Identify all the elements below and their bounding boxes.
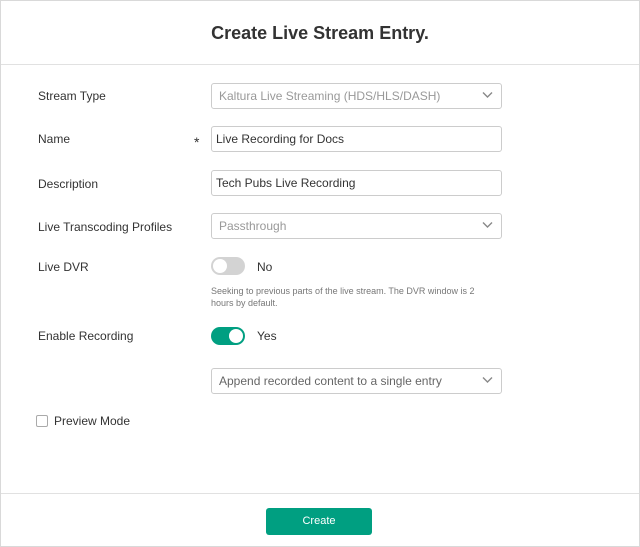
chevron-down-icon	[482, 222, 493, 228]
stream-type-label: Stream Type	[38, 89, 106, 103]
name-label: Name	[38, 132, 71, 146]
required-marker: *	[194, 134, 200, 150]
live-dvr-label: Live DVR	[38, 260, 89, 274]
dialog-title: Create Live Stream Entry.	[211, 23, 429, 43]
toggle-knob	[213, 259, 227, 273]
description-input[interactable]: Tech Pubs Live Recording	[211, 170, 502, 196]
transcoding-label: Live Transcoding Profiles	[38, 220, 173, 234]
dialog-header: Create Live Stream Entry.	[1, 1, 639, 65]
recording-state: Yes	[257, 329, 277, 343]
create-button[interactable]: Create	[266, 508, 372, 535]
live-dvr-help: Seeking to previous parts of the live st…	[211, 286, 475, 308]
chevron-down-icon	[482, 92, 493, 98]
recording-mode-value: Append recorded content to a single entr…	[219, 374, 442, 388]
recording-mode-select[interactable]: Append recorded content to a single entr…	[211, 368, 502, 394]
stream-type-select[interactable]: Kaltura Live Streaming (HDS/HLS/DASH)	[211, 83, 502, 109]
preview-mode-checkbox[interactable]	[36, 415, 48, 427]
footer-divider	[1, 493, 639, 494]
transcoding-value: Passthrough	[219, 219, 287, 233]
toggle-knob	[229, 329, 243, 343]
stream-type-value: Kaltura Live Streaming (HDS/HLS/DASH)	[219, 89, 441, 103]
preview-mode-label: Preview Mode	[54, 414, 131, 428]
create-live-stream-dialog: Create Live Stream Entry. Stream Type Ka…	[0, 0, 640, 547]
recording-toggle[interactable]	[211, 327, 245, 345]
live-dvr-state: No	[257, 260, 273, 274]
name-input[interactable]: Live Recording for Docs	[211, 126, 502, 152]
recording-label: Enable Recording	[38, 329, 134, 343]
chevron-down-icon	[482, 377, 493, 383]
description-label: Description	[38, 177, 99, 191]
transcoding-select[interactable]: Passthrough	[211, 213, 502, 239]
live-dvr-toggle[interactable]	[211, 257, 245, 275]
